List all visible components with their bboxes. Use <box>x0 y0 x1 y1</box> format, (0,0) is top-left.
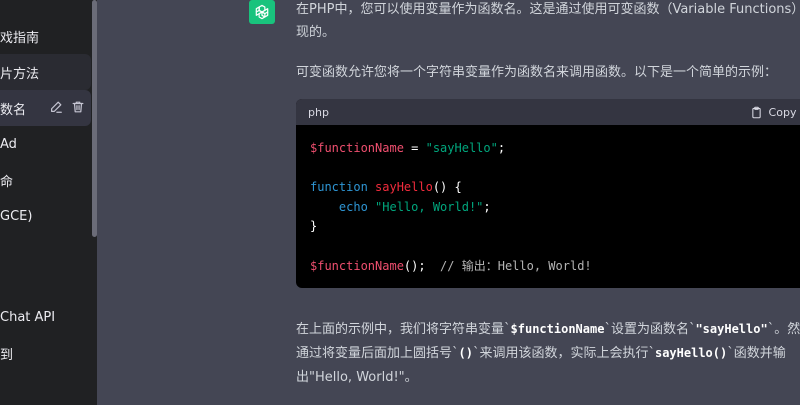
sidebar-item-label: 命 <box>0 174 14 190</box>
inline-code: sayHello() <box>654 346 728 360</box>
sidebar-item-conversation-6[interactable]: GCE) <box>0 198 91 234</box>
inline-code: () <box>458 346 473 360</box>
code-token: ; <box>497 141 506 155</box>
code-language: php <box>308 105 329 119</box>
code-body: $functionName = "sayHello"; function say… <box>296 125 800 288</box>
paragraph-2: 可变函数允许您将一个字符串变量作为函数名来调用函数。以下是一个简单的示例： <box>296 65 778 80</box>
paragraph-3-line-3: 出"Hello, World!"。 <box>296 370 418 385</box>
code-token: function <box>310 180 368 195</box>
code-token: // 输出：Hello, World! <box>425 258 592 273</box>
sidebar-item-label: Chat API <box>0 309 56 325</box>
inline-code: $functionName <box>510 322 605 336</box>
paragraph-3-line-1: 在上面的示例中，我们将字符串变量`$functionName`设置为函数名`"s… <box>296 318 800 341</box>
code-token: "Hello, World!" <box>367 199 484 214</box>
sidebar-item-conversation-3[interactable]: 数名 <box>0 90 91 126</box>
text-run: 通过将变量后面加上圆括号` <box>296 346 459 361</box>
sidebar-item-conversation-5[interactable]: 命 <box>0 162 91 198</box>
code-header: php Copy c <box>296 99 800 125</box>
text-run: 在上面的示例中，我们将字符串变量` <box>296 322 511 337</box>
code-token: sayHello <box>375 180 433 195</box>
code-token: = <box>403 141 426 155</box>
code-token: (); <box>403 258 426 273</box>
code-token: $functionName <box>310 141 404 155</box>
sidebar-item-conversation-7[interactable]: Chat API <box>0 299 91 335</box>
sidebar-item-label: Ad <box>0 136 17 152</box>
pencil-icon[interactable] <box>49 100 63 114</box>
code-block: php Copy c $functionName = "sayHello"; f… <box>296 99 800 288</box>
chat-main: 在PHP中，您可以使用变量作为函数名。这是通过使用可变函数（Variable F… <box>97 0 800 405</box>
sidebar-item-label: 数名 <box>0 102 27 118</box>
sidebar-item-actions <box>49 100 85 114</box>
copy-code-button[interactable]: Copy c <box>750 106 800 119</box>
code-token: () { <box>432 180 462 195</box>
paragraph-3-line-2: 通过将变量后面加上圆括号`()`来调用该函数，实际上会执行`sayHello()… <box>296 342 786 365</box>
sidebar: 戏指南 片方法 数名 Ad 命 GCE) Chat API 到 <box>0 0 97 405</box>
clipboard-icon <box>751 106 761 118</box>
sidebar-item-conversation-2[interactable]: 片方法 <box>0 54 91 90</box>
sidebar-item-label: GCE) <box>0 208 33 224</box>
code-token: } <box>310 219 318 234</box>
text-run: `设置为函数名` <box>604 322 696 337</box>
code-token: "sayHello" <box>425 141 498 155</box>
sidebar-item-label: 戏指南 <box>0 30 40 46</box>
sidebar-item-conversation-4[interactable]: Ad <box>0 126 91 162</box>
sidebar-item-label: 到 <box>0 347 14 363</box>
inline-code: "sayHello" <box>695 322 768 336</box>
code-token: $functionName <box>310 258 404 273</box>
intro-line-1: 在PHP中，您可以使用变量作为函数名。这是通过使用可变函数（Variable F… <box>296 2 800 17</box>
text-run: `。然后 <box>767 322 800 337</box>
sidebar-item-conversation-1[interactable]: 戏指南 <box>0 18 91 54</box>
text-run: `函数并输 <box>727 346 786 361</box>
trash-icon[interactable] <box>71 100 85 114</box>
code-token: echo <box>338 199 368 214</box>
openai-logo-icon <box>249 0 275 24</box>
copy-code-label: Copy c <box>768 105 800 119</box>
text-run: `来调用该函数，实际上会执行` <box>472 346 655 361</box>
intro-line-2: 现的。 <box>296 25 336 40</box>
sidebar-item-conversation-8[interactable]: 到 <box>0 335 91 371</box>
code-token: ; <box>483 199 491 214</box>
sidebar-item-label: 片方法 <box>0 66 40 82</box>
